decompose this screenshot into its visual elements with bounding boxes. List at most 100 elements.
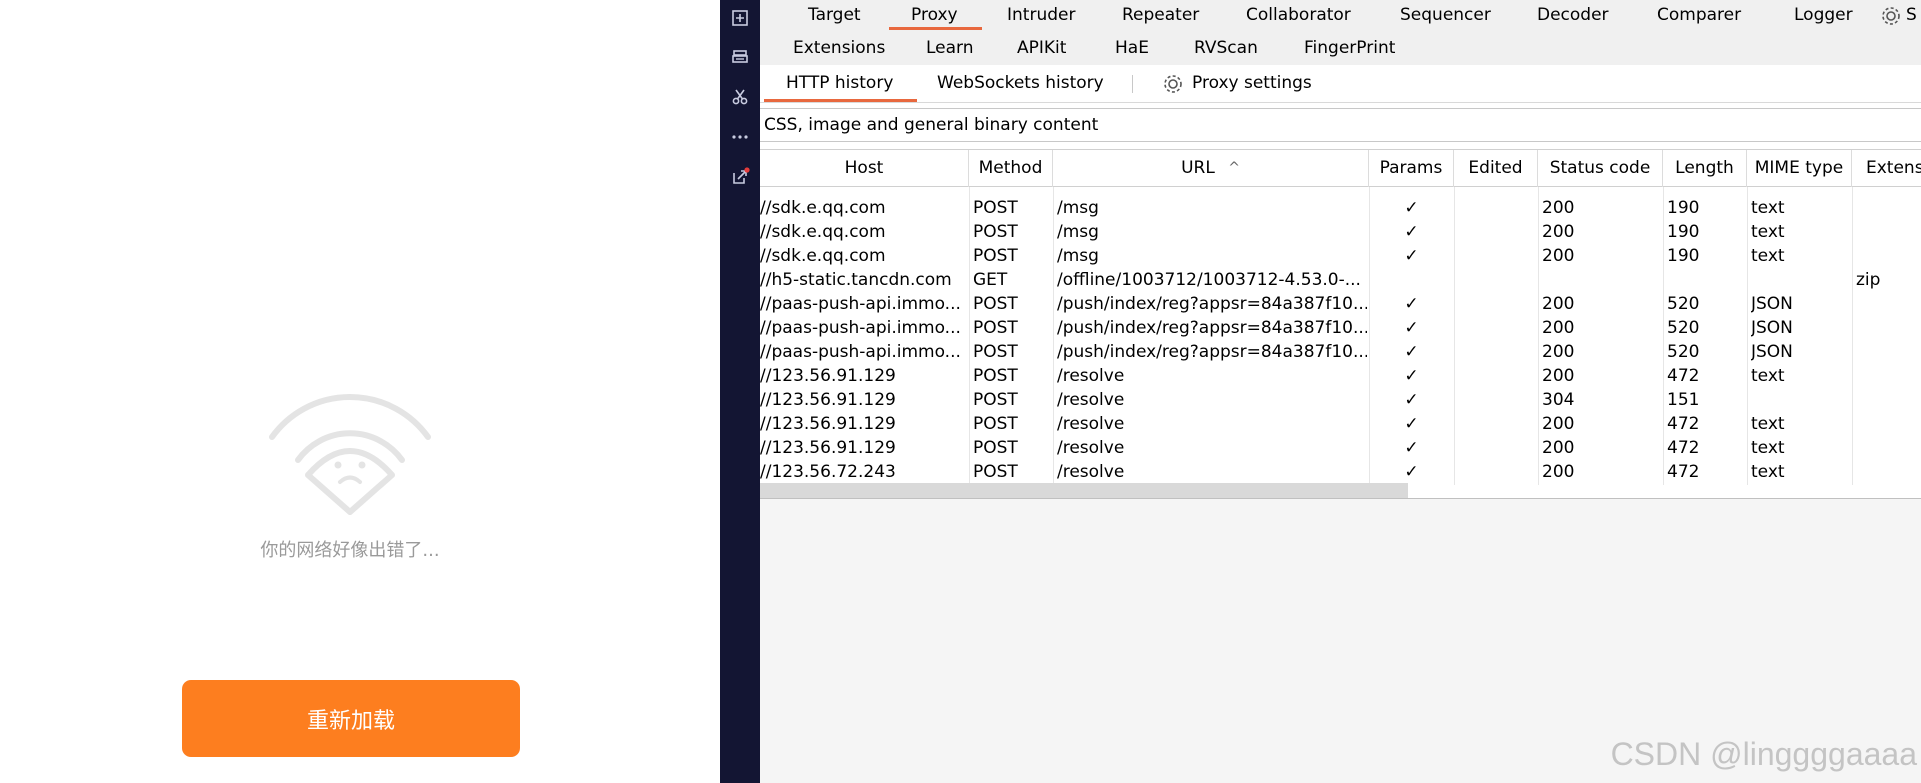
cell-length: 520 xyxy=(1667,342,1700,362)
table-row[interactable]: //sdk.e.qq.com POST/msg ✓ 200 190 text xyxy=(760,244,1921,268)
cell-params: ✓ xyxy=(1404,366,1419,386)
tab-settings[interactable]: S xyxy=(1906,0,1917,30)
proxy-settings-gear-icon[interactable] xyxy=(1162,73,1184,95)
table-row[interactable]: //paas-push-api.immo... POST/push/index/r… xyxy=(760,292,1921,316)
cell-ext xyxy=(1856,292,1921,316)
tab-decoder[interactable]: Decoder xyxy=(1537,0,1609,30)
tab-learn[interactable]: Learn xyxy=(926,33,974,63)
tab-proxy[interactable]: Proxy xyxy=(889,0,981,30)
table-row[interactable]: //paas-push-api.immo... POST/push/index/r… xyxy=(760,316,1921,340)
cell-params: ✓ xyxy=(1404,438,1419,458)
cell-method: POST xyxy=(973,246,1018,266)
tab-target[interactable]: Target xyxy=(808,0,861,30)
cell-ext xyxy=(1856,316,1921,340)
cell-host: //123.56.91.129 xyxy=(760,390,896,410)
column-edited[interactable]: Edited xyxy=(1454,150,1538,187)
cell-url: /msg xyxy=(1057,198,1099,218)
cell-mime xyxy=(1751,388,1851,412)
filter-bar[interactable]: CSS, image and general binary content xyxy=(760,108,1921,142)
cell-method: POST xyxy=(973,462,1018,482)
cell-status: 200 xyxy=(1542,462,1575,482)
tab-collaborator[interactable]: Collaborator xyxy=(1246,0,1351,30)
mobile-pane: 你的网络好像出错了... 重新加载 xyxy=(0,0,720,783)
cell-status: 304 xyxy=(1542,390,1575,410)
tab-logger[interactable]: Logger xyxy=(1794,0,1853,30)
cell-params: ✓ xyxy=(1404,222,1419,242)
tab-apikit[interactable]: APIKit xyxy=(1017,33,1066,63)
table-body: //sdk.e.qq.com POST/msg ✓ 200 190 text//sdk.e… xyxy=(760,187,1921,485)
table-row[interactable]: //sdk.e.qq.com POST/msg ✓ 200 190 text xyxy=(760,220,1921,244)
tab-comparer[interactable]: Comparer xyxy=(1657,0,1741,30)
tab-intruder[interactable]: Intruder xyxy=(1007,0,1075,30)
cell-length: 520 xyxy=(1667,294,1700,314)
tab-http-history[interactable]: HTTP history xyxy=(763,66,918,102)
cell-params: ✓ xyxy=(1404,342,1419,362)
cell-host: //paas-push-api.immo... xyxy=(760,342,961,362)
table-row[interactable]: //123.56.91.129 POST/resolve ✓ 304 151 xyxy=(760,388,1921,412)
table-row[interactable]: //123.56.72.243 POST/resolve ✓ 200 472 text xyxy=(760,460,1921,484)
cell-length: 472 xyxy=(1667,438,1700,458)
cell-params: ✓ xyxy=(1404,198,1419,218)
cell-ext xyxy=(1856,460,1921,484)
sort-ascending-icon: ^ xyxy=(1228,160,1240,176)
print-icon[interactable] xyxy=(730,47,750,67)
column-host[interactable]: Host xyxy=(760,150,969,187)
table-header: Host Method URL ^ Params Edited Status c… xyxy=(760,150,1921,187)
column-status-code[interactable]: Status code xyxy=(1538,150,1663,187)
column-url[interactable]: URL ^ xyxy=(1053,150,1369,187)
cell-method: POST xyxy=(973,438,1018,458)
cell-mime: text xyxy=(1751,198,1785,218)
cell-params: ✓ xyxy=(1404,294,1419,314)
cell-status: 200 xyxy=(1542,294,1575,314)
table-row[interactable]: //sdk.e.qq.com POST/msg ✓ 200 190 text xyxy=(760,196,1921,220)
tab-websockets-history[interactable]: WebSockets history xyxy=(937,66,1104,101)
tab-fingerprint[interactable]: FingerPrint xyxy=(1304,33,1395,63)
tab-repeater[interactable]: Repeater xyxy=(1122,0,1199,30)
cell-length: 151 xyxy=(1667,390,1700,410)
cell-length: 472 xyxy=(1667,462,1700,482)
external-link-icon[interactable] xyxy=(730,167,750,187)
column-length[interactable]: Length xyxy=(1663,150,1747,187)
cell-mime xyxy=(1751,268,1851,292)
settings-gear-icon[interactable] xyxy=(1880,5,1902,27)
cell-url: /msg xyxy=(1057,222,1099,242)
table-row[interactable]: //paas-push-api.immo... POST/push/index/r… xyxy=(760,340,1921,364)
cell-status: 200 xyxy=(1542,414,1575,434)
proxy-sub-tabs: HTTP history WebSockets history Proxy se… xyxy=(760,66,1921,103)
cell-url: /resolve xyxy=(1057,390,1125,410)
cell-length: 190 xyxy=(1667,222,1700,242)
cell-status: 200 xyxy=(1542,222,1575,242)
column-mime-type[interactable]: MIME type xyxy=(1747,150,1852,187)
column-params[interactable]: Params xyxy=(1369,150,1454,187)
reload-button[interactable]: 重新加载 xyxy=(182,680,520,757)
tab-rvscan[interactable]: RVScan xyxy=(1194,33,1258,63)
tab-extensions[interactable]: Extensions xyxy=(793,33,885,63)
more-icon[interactable] xyxy=(730,127,750,147)
cell-url: /push/index/reg?appsr=84a387f10... xyxy=(1057,318,1367,338)
cell-method: GET xyxy=(973,270,1008,290)
tab-row-secondary: Extensions Learn APIKit HaE RVScan Finge… xyxy=(760,33,1921,63)
cell-url: /push/index/reg?appsr=84a387f10... xyxy=(1057,342,1367,362)
table-row[interactable]: //123.56.91.129 POST/resolve ✓ 200 472 text xyxy=(760,364,1921,388)
cell-params: ✓ xyxy=(1404,414,1419,434)
table-row[interactable]: //123.56.91.129 POST/resolve ✓ 200 472 text xyxy=(760,412,1921,436)
tab-sequencer[interactable]: Sequencer xyxy=(1400,0,1491,30)
watermark: CSDN @linggggaaaa xyxy=(1610,736,1917,772)
proxy-settings-button[interactable]: Proxy settings xyxy=(1192,66,1312,101)
table-row[interactable]: //h5-static.tancdn.com GET/offline/100371… xyxy=(760,268,1921,292)
cell-length: 472 xyxy=(1667,414,1700,434)
cell-length: 190 xyxy=(1667,246,1700,266)
cell-mime: text xyxy=(1751,414,1785,434)
column-extension[interactable]: Extensi xyxy=(1852,150,1921,187)
horizontal-scrollbar[interactable] xyxy=(760,483,1408,498)
cell-status: 200 xyxy=(1542,318,1575,338)
table-row[interactable]: //123.56.91.129 POST/resolve ✓ 200 472 text xyxy=(760,436,1921,460)
cell-mime: text xyxy=(1751,462,1785,482)
cell-method: POST xyxy=(973,318,1018,338)
cell-length: 190 xyxy=(1667,198,1700,218)
tab-hae[interactable]: HaE xyxy=(1115,33,1149,63)
cell-status: 200 xyxy=(1542,246,1575,266)
new-window-icon[interactable] xyxy=(730,8,750,28)
scissors-icon[interactable] xyxy=(730,87,750,107)
column-method[interactable]: Method xyxy=(969,150,1053,187)
